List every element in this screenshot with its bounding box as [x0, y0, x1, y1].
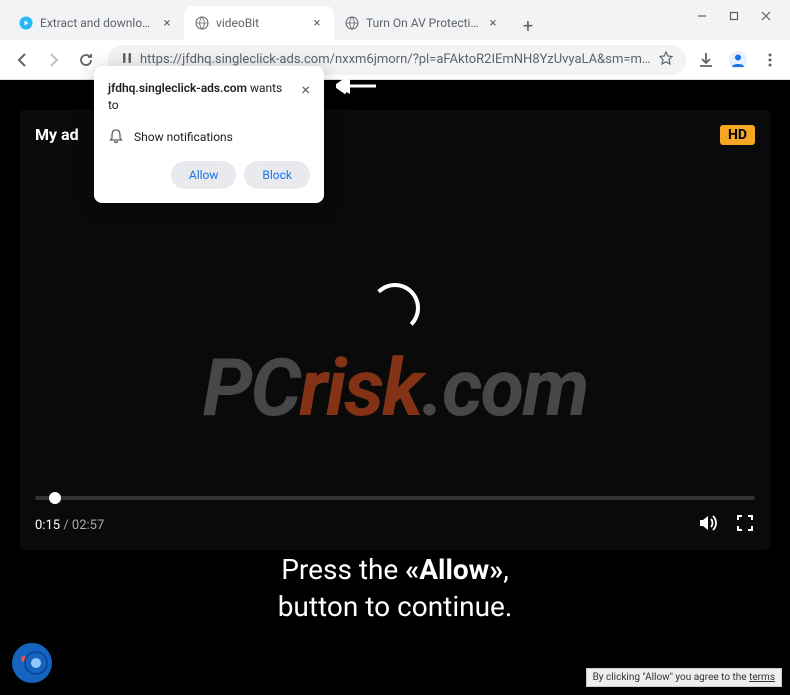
duration: 02:57	[72, 518, 104, 533]
close-icon[interactable]: ×	[301, 80, 310, 99]
download-icon[interactable]	[694, 48, 718, 72]
profile-icon[interactable]	[726, 48, 750, 72]
tab-videobit[interactable]: videoBit ×	[184, 6, 334, 40]
globe-icon	[194, 15, 210, 31]
close-icon[interactable]: ×	[310, 16, 324, 30]
chat-bubble-icon[interactable]	[10, 641, 54, 685]
terms-notice: By clicking "Allow" you agree to the ter…	[586, 668, 782, 687]
new-tab-button[interactable]: +	[514, 12, 542, 40]
terms-link[interactable]: terms	[749, 672, 775, 683]
url-text: https://jfdhq.singleclick-ads.com/nxxm6j…	[140, 52, 652, 67]
tab-extract-audio[interactable]: Extract and download audio an ×	[8, 6, 184, 40]
seek-bar[interactable]	[35, 496, 755, 500]
volume-icon[interactable]	[697, 512, 719, 538]
maximize-button[interactable]	[718, 4, 750, 28]
video-title: My ad	[35, 125, 79, 144]
arrow-indicator-icon	[336, 76, 376, 100]
prompt-message: jfdhq.singleclick-ads.com wants to	[108, 80, 293, 114]
back-button[interactable]	[8, 46, 36, 74]
tab-av-protection[interactable]: Turn On AV Protection ×	[334, 6, 510, 40]
notification-permission-prompt: jfdhq.singleclick-ads.com wants to × Sho…	[94, 66, 324, 203]
instruction-text: Press the «Allow», button to continue.	[0, 552, 790, 625]
block-button[interactable]: Block	[244, 161, 310, 189]
bell-icon	[108, 128, 124, 147]
close-window-button[interactable]	[750, 4, 782, 28]
window-controls	[686, 4, 782, 28]
hd-badge: HD	[720, 125, 755, 145]
player-controls: 0:15 / 02:57	[35, 512, 755, 538]
current-time: 0:15	[35, 518, 60, 533]
forward-button[interactable]	[40, 46, 68, 74]
browser-titlebar: Extract and download audio an × videoBit…	[0, 0, 790, 40]
tab-title: videoBit	[216, 16, 304, 30]
seek-knob[interactable]	[49, 492, 61, 504]
loading-spinner-icon	[370, 283, 420, 333]
allow-button[interactable]: Allow	[171, 161, 237, 189]
time-display: 0:15 / 02:57	[35, 518, 104, 533]
star-icon[interactable]	[658, 50, 674, 70]
globe-icon	[344, 15, 360, 31]
tabs-area: Extract and download audio an × videoBit…	[8, 0, 686, 40]
tab-title: Turn On AV Protection	[366, 16, 480, 30]
prompt-option: Show notifications	[108, 128, 310, 147]
play-icon	[18, 15, 34, 31]
close-icon[interactable]: ×	[486, 16, 500, 30]
minimize-button[interactable]	[686, 4, 718, 28]
fullscreen-icon[interactable]	[735, 513, 755, 537]
menu-icon[interactable]	[758, 48, 782, 72]
tab-title: Extract and download audio an	[40, 16, 154, 30]
close-icon[interactable]: ×	[160, 16, 174, 30]
